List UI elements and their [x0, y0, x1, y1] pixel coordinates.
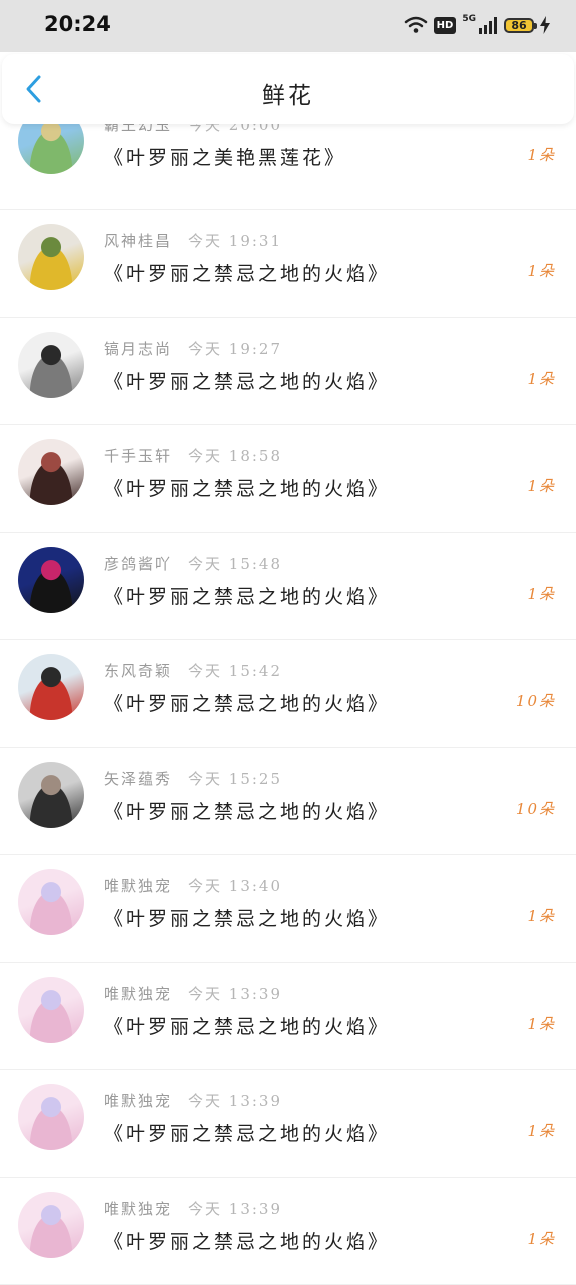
sent-time: 今天 15:25	[188, 770, 282, 788]
gift-target-title: 《叶罗丽之禁忌之地的火焰》	[104, 1119, 390, 1146]
flower-count: 1朵	[527, 583, 556, 604]
list-item[interactable]: 唯默独宠今天 13:39 《叶罗丽之禁忌之地的火焰》 1朵	[0, 1178, 576, 1285]
list-item[interactable]: 东风奇颖今天 15:42 《叶罗丽之禁忌之地的火焰》 10朵	[0, 640, 576, 748]
sender-name[interactable]: 唯默独宠	[104, 877, 172, 895]
sent-time: 今天 19:31	[188, 232, 282, 250]
list-item-text: 彦鸽酱吖今天 15:48 《叶罗丽之禁忌之地的火焰》	[104, 553, 390, 609]
sent-time: 今天 18:58	[188, 447, 282, 465]
sender-line: 唯默独宠今天 13:39	[104, 983, 390, 1004]
status-time: 20:24	[44, 12, 111, 36]
sender-name[interactable]: 唯默独宠	[104, 1092, 172, 1110]
signal-icon	[478, 16, 498, 34]
list-item[interactable]: 镐月志尚今天 19:27 《叶罗丽之禁忌之地的火焰》 1朵	[0, 318, 576, 426]
list-item-text: 唯默独宠今天 13:39 《叶罗丽之禁忌之地的火焰》	[104, 983, 390, 1039]
gift-target-title: 《叶罗丽之禁忌之地的火焰》	[104, 367, 390, 394]
avatar-anime-girl[interactable]	[18, 869, 84, 935]
list-item[interactable]: 风神桂昌今天 19:31 《叶罗丽之禁忌之地的火焰》 1朵	[0, 210, 576, 318]
gift-target-title: 《叶罗丽之美艳黑莲花》	[104, 143, 346, 170]
status-bar: 20:24 HD 5G 86	[0, 0, 576, 52]
gift-target-title: 《叶罗丽之禁忌之地的火焰》	[104, 259, 390, 286]
sender-line: 唯默独宠今天 13:39	[104, 1198, 390, 1219]
hd-badge: HD	[434, 17, 457, 34]
sender-line: 东风奇颖今天 15:42	[104, 660, 390, 681]
page-title: 鲜花	[2, 76, 574, 110]
sender-name[interactable]: 风神桂昌	[104, 232, 172, 250]
sender-line: 唯默独宠今天 13:39	[104, 1090, 390, 1111]
battery-indicator: 86	[504, 18, 534, 33]
avatar-anime-girl[interactable]	[18, 977, 84, 1043]
avatar-man[interactable]	[18, 762, 84, 828]
sender-name[interactable]: 东风奇颖	[104, 662, 172, 680]
sent-time: 今天 13:39	[188, 1200, 282, 1218]
gift-target-title: 《叶罗丽之禁忌之地的火焰》	[104, 1227, 390, 1254]
gift-target-title: 《叶罗丽之禁忌之地的火焰》	[104, 689, 390, 716]
list-item-text: 唯默独宠今天 13:40 《叶罗丽之禁忌之地的火焰》	[104, 875, 390, 931]
sent-time: 今天 13:39	[188, 985, 282, 1003]
list-item[interactable]: 霸王幻玉今天 20:00《叶罗丽之美艳黑莲花》1朵	[0, 126, 576, 210]
list-item-text: 东风奇颖今天 15:42 《叶罗丽之禁忌之地的火焰》	[104, 660, 390, 716]
wifi-icon	[404, 16, 428, 34]
list-item-text: 矢泽蕴秀今天 15:25 《叶罗丽之禁忌之地的火焰》	[104, 768, 390, 824]
sender-line: 镐月志尚今天 19:27	[104, 338, 390, 359]
list-item-text: 风神桂昌今天 19:31 《叶罗丽之禁忌之地的火焰》	[104, 230, 390, 286]
sender-name[interactable]: 唯默独宠	[104, 985, 172, 1003]
gift-target-title: 《叶罗丽之禁忌之地的火焰》	[104, 1012, 390, 1039]
sender-name[interactable]: 唯默独宠	[104, 1200, 172, 1218]
sender-line: 风神桂昌今天 19:31	[104, 230, 390, 251]
list-item[interactable]: 千手玉轩今天 18:58 《叶罗丽之禁忌之地的火焰》 1朵	[0, 425, 576, 533]
flower-count: 1朵	[527, 368, 556, 389]
flower-count: 1朵	[527, 1228, 556, 1249]
battery-level: 86	[511, 19, 526, 32]
flower-count: 1朵	[527, 144, 556, 165]
gift-target-title: 《叶罗丽之禁忌之地的火焰》	[104, 797, 390, 824]
status-icons: HD 5G 86	[404, 13, 550, 37]
flower-count: 1朵	[527, 1120, 556, 1141]
sent-time: 今天 15:48	[188, 555, 282, 573]
flower-count: 1朵	[527, 1013, 556, 1034]
sender-name[interactable]: 千手玉轩	[104, 447, 172, 465]
sent-time: 今天 13:39	[188, 1092, 282, 1110]
charging-icon	[540, 16, 550, 34]
avatar-portrait-bw[interactable]	[18, 332, 84, 398]
gift-record-list: 霸王幻玉今天 20:00《叶罗丽之美艳黑莲花》1朵风神桂昌今天 19:31《叶罗…	[0, 126, 576, 1285]
list-item-text: 唯默独宠今天 13:39 《叶罗丽之禁忌之地的火焰》	[104, 1090, 390, 1146]
list-item-text: 千手玉轩今天 18:58 《叶罗丽之禁忌之地的火焰》	[104, 445, 390, 501]
sender-line: 千手玉轩今天 18:58	[104, 445, 390, 466]
gift-target-title: 《叶罗丽之禁忌之地的火焰》	[104, 904, 390, 931]
gift-target-title: 《叶罗丽之禁忌之地的火焰》	[104, 582, 390, 609]
header-bar: 鲜花	[2, 54, 574, 124]
list-item-text: 镐月志尚今天 19:27 《叶罗丽之禁忌之地的火焰》	[104, 338, 390, 394]
list-item[interactable]: 唯默独宠今天 13:39 《叶罗丽之禁忌之地的火焰》 1朵	[0, 1070, 576, 1178]
flower-count: 1朵	[527, 905, 556, 926]
avatar-tractor[interactable]	[18, 654, 84, 720]
sent-time: 今天 19:27	[188, 340, 282, 358]
sender-name[interactable]: 彦鸽酱吖	[104, 555, 172, 573]
sender-line: 唯默独宠今天 13:40	[104, 875, 390, 896]
sender-name[interactable]: 镐月志尚	[104, 340, 172, 358]
network-type-label: 5G	[462, 14, 476, 24]
avatar-flowers[interactable]	[18, 224, 84, 290]
flower-count: 10朵	[516, 690, 556, 711]
sender-line: 矢泽蕴秀今天 15:25	[104, 768, 390, 789]
flower-count: 10朵	[516, 798, 556, 819]
sent-time: 今天 15:42	[188, 662, 282, 680]
list-item-text: 唯默独宠今天 13:39 《叶罗丽之禁忌之地的火焰》	[104, 1198, 390, 1254]
avatar-gothic[interactable]	[18, 547, 84, 613]
avatar-longhair[interactable]	[18, 439, 84, 505]
sender-line: 彦鸽酱吖今天 15:48	[104, 553, 390, 574]
avatar-anime-girl[interactable]	[18, 1192, 84, 1258]
list-item[interactable]: 唯默独宠今天 13:40 《叶罗丽之禁忌之地的火焰》 1朵	[0, 855, 576, 963]
list-item[interactable]: 矢泽蕴秀今天 15:25 《叶罗丽之禁忌之地的火焰》 10朵	[0, 748, 576, 856]
sent-time: 今天 13:40	[188, 877, 282, 895]
sender-name[interactable]: 矢泽蕴秀	[104, 770, 172, 788]
list-item[interactable]: 唯默独宠今天 13:39 《叶罗丽之禁忌之地的火焰》 1朵	[0, 963, 576, 1071]
flower-count: 1朵	[527, 260, 556, 281]
flower-count: 1朵	[527, 475, 556, 496]
avatar-anime-girl[interactable]	[18, 1084, 84, 1150]
list-item[interactable]: 彦鸽酱吖今天 15:48 《叶罗丽之禁忌之地的火焰》 1朵	[0, 533, 576, 641]
gift-target-title: 《叶罗丽之禁忌之地的火焰》	[104, 474, 390, 501]
